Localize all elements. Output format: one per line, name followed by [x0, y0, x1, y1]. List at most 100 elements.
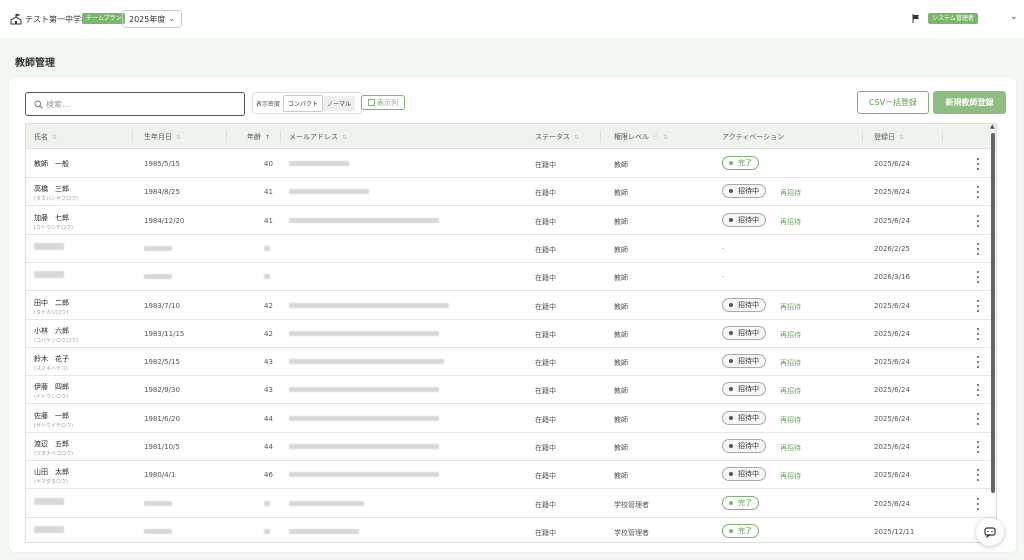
name-cell[interactable]: 渡辺 五郎 (ワタナベゴロウ) — [34, 439, 73, 457]
column-divider[interactable] — [132, 131, 133, 142]
year-select[interactable]: 2025年度 ⌄ — [122, 10, 182, 28]
chat-button[interactable] — [976, 518, 1004, 546]
birth-cell: 1984/8/25 — [144, 188, 180, 197]
status-cell: 在籍中 — [535, 500, 556, 509]
more-vertical-icon[interactable] — [976, 299, 980, 312]
reinvite-link[interactable]: 再招待 — [780, 471, 801, 481]
table-row[interactable]: 加藤 七郎 (カトウシチロウ) 1984/12/20 41 在籍中 教師 招待中 再招待 202… — [26, 207, 996, 235]
redacted-email — [289, 471, 439, 479]
more-vertical-icon[interactable] — [976, 242, 980, 255]
registered-cell: 2025/6/24 — [874, 188, 910, 197]
teacher-kana: (サトウイチロウ) — [34, 422, 73, 429]
name-cell[interactable]: 高橋 三郎 (タカハシサブロウ) — [34, 184, 78, 202]
table-row[interactable]: 山田 太郎 (ヤマダタロウ) 1980/4/1 46 在籍中 教師 招待中 再招待 2025/6… — [26, 461, 996, 490]
activation-status-badge: 完了 — [722, 495, 759, 510]
name-cell[interactable]: 加藤 七郎 (カトウシチロウ) — [34, 213, 73, 231]
more-vertical-icon[interactable] — [976, 214, 980, 227]
activation-label: 招待中 — [738, 357, 759, 366]
csv-import-button[interactable]: CSV一括登録 — [857, 91, 929, 114]
name-cell[interactable]: 佐藤 一郎 (サトウイチロウ) — [34, 411, 73, 429]
role-cell: 学校管理者 — [614, 528, 649, 537]
column-divider[interactable] — [862, 131, 863, 142]
table-row[interactable]: 田中 二郎 (タナカジロウ) 1983/7/10 42 在籍中 教師 招待中 再招待 2025/… — [26, 292, 996, 320]
density-option-compact[interactable]: コンパクト — [283, 94, 324, 112]
reinvite-link[interactable]: 再招待 — [780, 217, 801, 227]
table-row[interactable]: 鈴木 花子 (スズキハナコ) 1982/5/15 43 在籍中 教師 招待中 再招待 2025/… — [26, 348, 996, 377]
columns-button[interactable]: 表示列 — [361, 95, 405, 110]
table-row[interactable]: 在籍中 教師 - 2026/3/16 — [26, 263, 996, 292]
table-row[interactable]: 教師 一般 1985/5/15 40 在籍中 教師 完了 2025/6/24 — [26, 150, 996, 178]
table-row[interactable]: 伊藤 四郎 (イトウシロウ) 1982/9/30 43 在籍中 教師 招待中 再招待 2025/… — [26, 376, 996, 405]
table-scrollbar[interactable]: ▲ — [989, 123, 997, 543]
header-email-label: メールアドレス — [289, 133, 338, 141]
user-menu-chevron-icon[interactable]: ⌄ — [1010, 12, 1018, 22]
status-dot-icon — [729, 415, 733, 420]
redacted-name — [34, 242, 64, 252]
more-vertical-icon[interactable] — [976, 412, 980, 425]
table-row[interactable]: 高橋 三郎 (タカハシサブロウ) 1984/8/25 41 在籍中 教師 招待中 再招待 202… — [26, 178, 996, 207]
reinvite-link[interactable]: 再招待 — [780, 386, 801, 396]
table-row[interactable]: 在籍中 学校管理者 完了 2025/12/11 — [26, 518, 996, 542]
more-vertical-icon[interactable] — [976, 271, 980, 284]
more-vertical-icon[interactable] — [976, 497, 980, 510]
name-cell[interactable]: 鈴木 花子 (スズキハナコ) — [34, 354, 69, 372]
name-cell[interactable]: 山田 太郎 (ヤマダタロウ) — [34, 467, 69, 485]
more-vertical-icon[interactable] — [976, 186, 980, 199]
column-divider[interactable] — [280, 131, 281, 142]
reinvite-link[interactable]: 再招待 — [780, 443, 801, 453]
density-option-normal[interactable]: ノーマル — [323, 95, 356, 111]
search-box[interactable] — [25, 92, 245, 116]
header-name[interactable]: 氏名 ⇅ — [34, 132, 57, 142]
scrollbar-thumb[interactable] — [991, 133, 995, 493]
sort-icon: ⇅ — [574, 134, 580, 141]
name-cell[interactable]: 教師 一般 — [34, 159, 69, 169]
birth-cell: 1982/9/30 — [144, 386, 180, 395]
column-divider[interactable] — [942, 131, 943, 142]
activation-status-badge: 招待中 — [722, 439, 766, 453]
registered-cell: 2025/6/24 — [874, 471, 910, 480]
activation-status-badge: 招待中 — [722, 382, 766, 397]
table-row[interactable]: 渡辺 五郎 (ワタナベゴロウ) 1981/10/5 44 在籍中 教師 招待中 再招待 2025… — [26, 433, 996, 461]
search-input[interactable] — [46, 97, 236, 112]
table-row[interactable]: 在籍中 学校管理者 完了 2025/6/24 — [26, 490, 996, 518]
sort-icon: ⇅ — [52, 134, 58, 141]
column-divider[interactable] — [600, 131, 601, 142]
more-vertical-icon[interactable] — [976, 384, 980, 397]
table-row[interactable]: 小林 六郎 (コバヤシロクロウ) 1983/11/15 42 在籍中 教師 招待中 再招待 20… — [26, 320, 996, 348]
redacted-name — [34, 497, 64, 507]
more-vertical-icon[interactable] — [976, 469, 980, 482]
header-email[interactable]: メールアドレス ⇅ — [289, 132, 347, 142]
name-cell[interactable]: 小林 六郎 (コバヤシロクロウ) — [34, 326, 78, 344]
header-registered-label: 登録日 — [874, 133, 895, 141]
new-teacher-button[interactable]: 新規教師登録 — [933, 91, 1006, 114]
status-dot-icon — [729, 189, 733, 194]
chevron-down-icon: ⌄ — [168, 14, 175, 23]
header-age[interactable]: 年齢 ↑ — [247, 132, 270, 142]
more-vertical-icon[interactable] — [976, 356, 980, 369]
header-registered[interactable]: 登録日 ⇅ — [874, 132, 904, 142]
scroll-up-icon[interactable]: ▲ — [990, 123, 995, 130]
header-birth[interactable]: 生年月日 ⇅ — [144, 132, 181, 142]
table-row[interactable]: 在籍中 教師 - 2026/2/25 — [26, 235, 996, 263]
reinvite-link[interactable]: 再招待 — [780, 415, 801, 425]
header-age-label: 年齢 — [247, 133, 261, 141]
activation-label: 完了 — [738, 526, 752, 535]
table-row[interactable]: 佐藤 一郎 (サトウイチロウ) 1981/6/20 44 在籍中 教師 招待中 再招待 2025… — [26, 405, 996, 433]
flag-icon[interactable] — [912, 14, 920, 23]
header-role[interactable]: 権限レベル ⓘ ⇅ — [614, 132, 668, 142]
registered-cell: 2025/6/24 — [874, 386, 910, 395]
more-vertical-icon[interactable] — [976, 441, 980, 453]
status-dot-icon — [729, 330, 733, 335]
reinvite-link[interactable]: 再招待 — [780, 188, 801, 198]
help-icon[interactable]: ⓘ — [653, 134, 659, 141]
name-cell[interactable]: 伊藤 四郎 (イトウシロウ) — [34, 382, 69, 400]
more-vertical-icon[interactable] — [976, 158, 980, 170]
reinvite-link[interactable]: 再招待 — [780, 330, 801, 340]
column-divider[interactable] — [226, 131, 227, 142]
header-status[interactable]: ステータス ⇅ — [535, 132, 579, 142]
birth-cell: 1983/11/15 — [144, 329, 185, 338]
reinvite-link[interactable]: 再招待 — [780, 358, 801, 368]
name-cell[interactable]: 田中 二郎 (タナカジロウ) — [34, 298, 69, 316]
reinvite-link[interactable]: 再招待 — [780, 302, 801, 312]
more-vertical-icon[interactable] — [976, 327, 980, 340]
